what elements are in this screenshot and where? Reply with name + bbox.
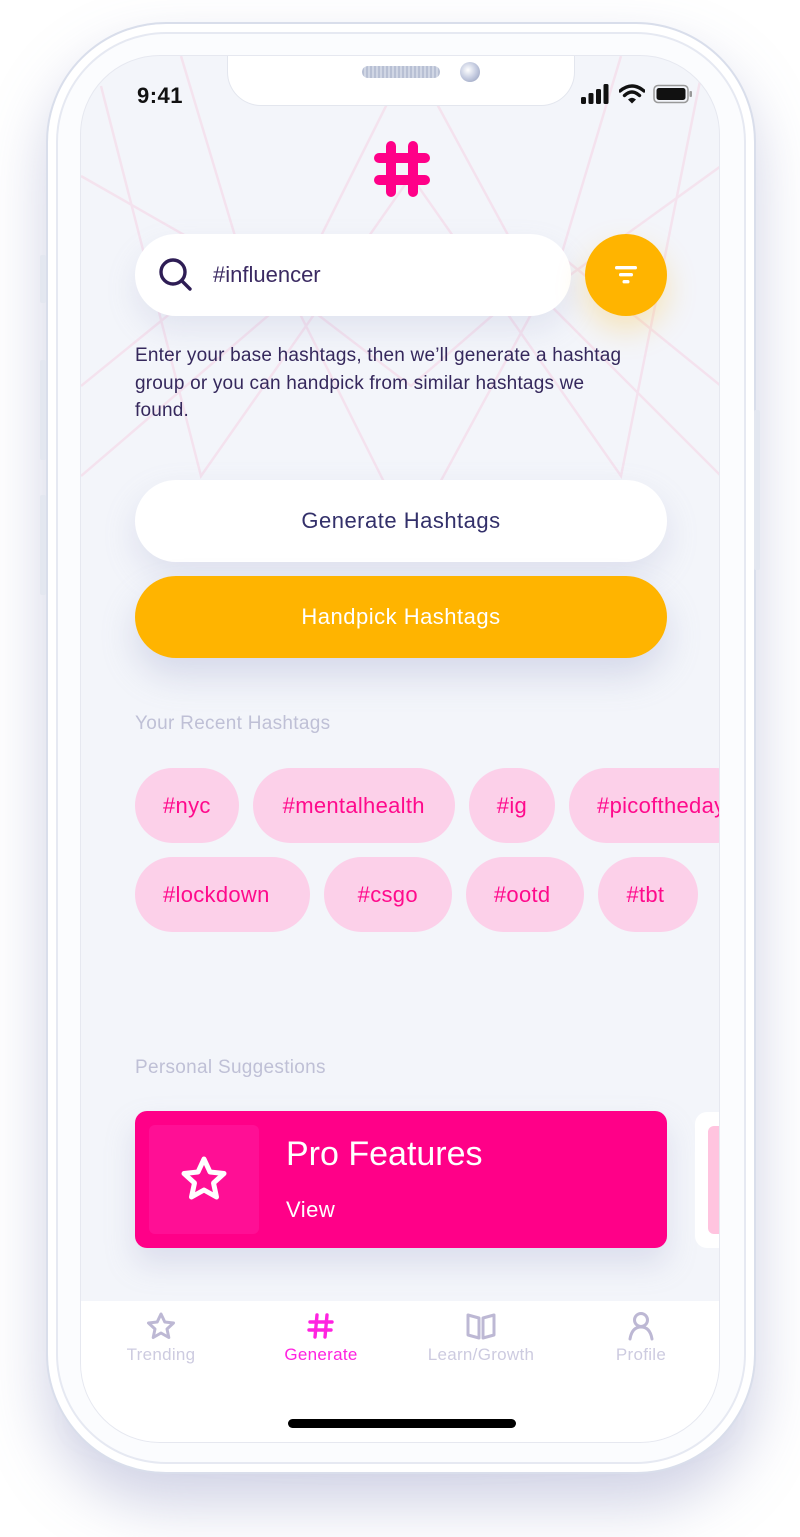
status-icons bbox=[581, 84, 693, 104]
tab-generate[interactable]: Generate bbox=[241, 1311, 401, 1365]
tab-label: Trending bbox=[126, 1345, 196, 1364]
hashtag-chip[interactable]: #picoftheday bbox=[569, 768, 719, 843]
search-input[interactable] bbox=[213, 262, 513, 288]
helper-text: Enter your base hashtags, then we’ll gen… bbox=[135, 345, 622, 421]
tab-bar: Trending Generate Learn/Growth Profile bbox=[81, 1301, 719, 1442]
tab-trending[interactable]: Trending bbox=[81, 1311, 241, 1365]
filter-button[interactable] bbox=[585, 234, 667, 316]
hashtag-chip[interactable]: #mentalhealth bbox=[252, 768, 455, 843]
recent-hashtags-label: Your Recent Hashtags bbox=[135, 713, 331, 734]
front-camera bbox=[460, 62, 480, 82]
personal-suggestions-label: Personal Suggestions bbox=[135, 1057, 326, 1078]
star-icon bbox=[181, 1156, 227, 1199]
volume-up-button bbox=[40, 360, 46, 460]
hashtag-chip[interactable]: #ig bbox=[468, 768, 556, 843]
hashtag-chip[interactable]: #ootd bbox=[465, 857, 585, 932]
tab-learn-growth[interactable]: Learn/Growth bbox=[401, 1311, 561, 1365]
signal-icon bbox=[581, 84, 609, 104]
promo-view-link[interactable]: View bbox=[286, 1197, 335, 1223]
mute-switch bbox=[40, 255, 46, 303]
hashtag-chip[interactable]: #csgo bbox=[323, 857, 452, 932]
generate-hashtags-button[interactable]: Generate Hashtags bbox=[135, 480, 667, 562]
tab-label: Profile bbox=[615, 1345, 667, 1364]
volume-down-button bbox=[40, 495, 46, 595]
search-icon bbox=[159, 258, 192, 291]
pro-features-card[interactable]: Pro Features View bbox=[135, 1111, 667, 1248]
device-notch bbox=[227, 56, 575, 106]
user-icon bbox=[628, 1312, 654, 1341]
hashtag-chip[interactable]: #nyc bbox=[135, 768, 239, 843]
star-icon bbox=[147, 1312, 175, 1339]
battery-icon bbox=[653, 84, 692, 104]
home-indicator[interactable] bbox=[288, 1419, 516, 1428]
hashtag-icon bbox=[307, 1313, 334, 1339]
tab-profile[interactable]: Profile bbox=[561, 1311, 719, 1365]
hashtag-chip[interactable]: #tbt bbox=[598, 857, 699, 932]
search-field[interactable] bbox=[135, 234, 571, 316]
recent-hashtags-row-2: #lockdown #csgo #ootd #tbt bbox=[135, 857, 699, 932]
app-screen: 9:41 #influencer Enter your base hashtag… bbox=[80, 55, 720, 1443]
speaker-grille bbox=[362, 66, 440, 78]
status-time: 9:41 bbox=[137, 83, 184, 108]
book-icon bbox=[466, 1313, 496, 1340]
tab-label: Learn/Growth bbox=[427, 1345, 535, 1364]
hashtag-heart-logo bbox=[374, 141, 430, 197]
filter-icon bbox=[615, 266, 637, 284]
promo-title: Pro Features bbox=[286, 1135, 483, 1173]
promo-icon-box bbox=[149, 1125, 259, 1234]
recent-hashtags-row-1: #nyc #mentalhealth #ig #picoftheday bbox=[135, 768, 719, 843]
tab-label: Generate bbox=[284, 1345, 358, 1364]
power-button bbox=[754, 410, 760, 570]
next-suggestion-card[interactable] bbox=[695, 1112, 719, 1248]
handpick-hashtags-button[interactable]: Handpick Hashtags bbox=[135, 576, 667, 658]
hashtag-chip[interactable]: #lockdown bbox=[135, 857, 310, 932]
wifi-icon bbox=[619, 84, 645, 104]
next-suggestion-image bbox=[708, 1126, 719, 1234]
